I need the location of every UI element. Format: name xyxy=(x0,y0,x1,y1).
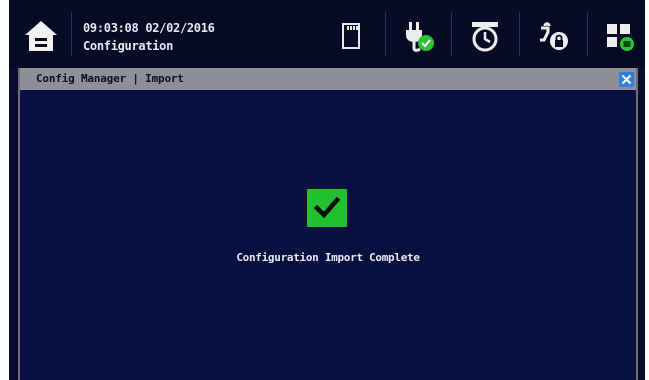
layout-grid-icon xyxy=(607,24,634,51)
home-button[interactable] xyxy=(21,16,61,56)
sd-card-icon xyxy=(342,23,360,49)
alarm-clock-button[interactable] xyxy=(465,16,505,56)
home-icon xyxy=(25,21,57,51)
sd-card-button[interactable] xyxy=(331,16,371,56)
divider xyxy=(519,12,520,56)
alarm-clock-icon xyxy=(472,22,498,52)
power-status-button[interactable] xyxy=(397,16,437,56)
close-button[interactable] xyxy=(619,72,634,87)
divider xyxy=(587,12,588,56)
success-indicator xyxy=(307,189,347,227)
device-screen: 09:03:08 02/02/2016 Configuration Config… xyxy=(9,0,645,380)
window-title: Config Manager | Import xyxy=(36,72,184,85)
divider xyxy=(385,12,386,56)
import-dialog: Config Manager | Import Configuration Im… xyxy=(18,68,638,380)
user-lock-button[interactable] xyxy=(533,16,573,56)
status-message: Configuration Import Complete xyxy=(236,251,420,264)
user-lock-icon xyxy=(540,22,568,50)
divider xyxy=(451,12,452,56)
window-titlebar: Config Manager | Import xyxy=(20,68,636,90)
divider xyxy=(71,12,72,56)
screen-frame: 09:03:08 02/02/2016 Configuration Config… xyxy=(0,0,649,380)
checkmark-icon xyxy=(313,196,341,219)
status-bar: 09:03:08 02/02/2016 Configuration xyxy=(9,0,645,68)
datetime-display: 09:03:08 02/02/2016 xyxy=(83,21,215,35)
close-icon xyxy=(621,74,632,85)
layout-button[interactable] xyxy=(599,16,639,56)
mode-label: Configuration xyxy=(83,39,174,53)
power-plug-ok-icon xyxy=(406,22,434,52)
